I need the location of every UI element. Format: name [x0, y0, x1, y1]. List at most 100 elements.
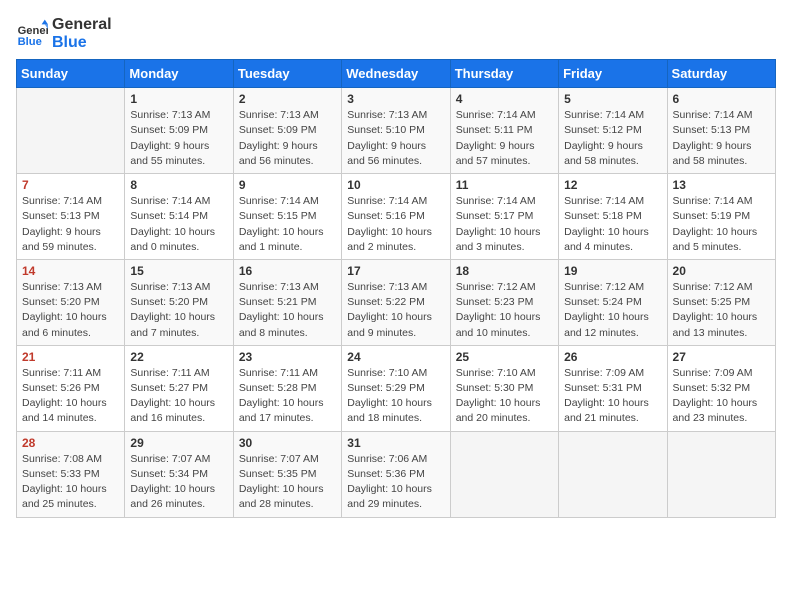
day-cell-29: 29Sunrise: 7:07 AM Sunset: 5:34 PM Dayli… — [125, 431, 233, 517]
day-number: 4 — [456, 92, 553, 106]
weekday-header-saturday: Saturday — [667, 60, 775, 88]
day-info: Sunrise: 7:11 AM Sunset: 5:26 PM Dayligh… — [22, 366, 119, 427]
day-info: Sunrise: 7:12 AM Sunset: 5:25 PM Dayligh… — [673, 280, 770, 341]
weekday-header-tuesday: Tuesday — [233, 60, 341, 88]
empty-cell — [667, 431, 775, 517]
day-info: Sunrise: 7:13 AM Sunset: 5:09 PM Dayligh… — [130, 108, 227, 169]
day-cell-24: 24 Sunrise: 7:10 AM Sunset: 5:29 PM Dayli… — [342, 345, 450, 431]
day-cell-1: 1 Sunrise: 7:13 AM Sunset: 5:09 PM Daylig… — [125, 88, 233, 174]
day-number: 7 — [22, 178, 119, 192]
empty-cell — [559, 431, 667, 517]
day-cell-17: 17 Sunrise: 7:13 AM Sunset: 5:22 PM Dayli… — [342, 259, 450, 345]
day-number: 25 — [456, 350, 553, 364]
week-row-5: 28 Sunrise: 7:08 AM Sunset: 5:33 PM Dayli… — [17, 431, 776, 517]
day-number: 3 — [347, 92, 444, 106]
day-number: 30 — [239, 436, 336, 450]
day-number: 29 — [130, 436, 227, 450]
day-info: Sunrise: 7:12 AM Sunset: 5:23 PM Dayligh… — [456, 280, 553, 341]
day-info: Sunrise: 7:14 AM Sunset: 5:16 PM Dayligh… — [347, 194, 444, 255]
day-info: Sunrise: 7:13 AM Sunset: 5:10 PM Dayligh… — [347, 108, 444, 169]
calendar-table: SundayMondayTuesdayWednesdayThursdayFrid… — [16, 59, 776, 517]
day-info: Sunrise: 7:06 AM Sunset: 5:36 PM Dayligh… — [347, 452, 444, 513]
day-info: Sunrise: 7:14 AM Sunset: 5:17 PM Dayligh… — [456, 194, 553, 255]
day-cell-3: 3 Sunrise: 7:13 AM Sunset: 5:10 PM Daylig… — [342, 88, 450, 174]
day-cell-19: 19Sunrise: 7:12 AM Sunset: 5:24 PM Dayli… — [559, 259, 667, 345]
day-number: 28 — [22, 436, 119, 450]
day-info: Sunrise: 7:10 AM Sunset: 5:29 PM Dayligh… — [347, 366, 444, 427]
day-number: 11 — [456, 178, 553, 192]
day-cell-11: 11 Sunrise: 7:14 AM Sunset: 5:17 PM Dayli… — [450, 174, 558, 260]
day-cell-15: 15 Sunrise: 7:13 AM Sunset: 5:20 PM Dayli… — [125, 259, 233, 345]
day-cell-12: 12Sunrise: 7:14 AM Sunset: 5:18 PM Dayli… — [559, 174, 667, 260]
day-cell-27: 27 Sunrise: 7:09 AM Sunset: 5:32 PM Dayli… — [667, 345, 775, 431]
day-number: 1 — [130, 92, 227, 106]
day-number: 20 — [673, 264, 770, 278]
day-cell-31: 31 Sunrise: 7:06 AM Sunset: 5:36 PM Dayli… — [342, 431, 450, 517]
weekday-header-wednesday: Wednesday — [342, 60, 450, 88]
day-number: 13 — [673, 178, 770, 192]
day-number: 15 — [130, 264, 227, 278]
logo: General Blue General Blue — [16, 16, 112, 51]
week-row-1: 1 Sunrise: 7:13 AM Sunset: 5:09 PM Daylig… — [17, 88, 776, 174]
day-number: 18 — [456, 264, 553, 278]
day-number: 16 — [239, 264, 336, 278]
day-number: 2 — [239, 92, 336, 106]
weekday-header-row: SundayMondayTuesdayWednesdayThursdayFrid… — [17, 60, 776, 88]
day-cell-4: 4 Sunrise: 7:14 AM Sunset: 5:11 PM Daylig… — [450, 88, 558, 174]
day-number: 9 — [239, 178, 336, 192]
day-cell-9: 9Sunrise: 7:14 AM Sunset: 5:15 PM Daylig… — [233, 174, 341, 260]
day-number: 10 — [347, 178, 444, 192]
day-cell-30: 30 Sunrise: 7:07 AM Sunset: 5:35 PM Dayli… — [233, 431, 341, 517]
day-number: 31 — [347, 436, 444, 450]
day-number: 26 — [564, 350, 661, 364]
logo-icon: General Blue — [16, 18, 48, 50]
day-cell-26: 26Sunrise: 7:09 AM Sunset: 5:31 PM Dayli… — [559, 345, 667, 431]
svg-text:General: General — [18, 25, 48, 37]
week-row-4: 21 Sunrise: 7:11 AM Sunset: 5:26 PM Dayli… — [17, 345, 776, 431]
weekday-header-sunday: Sunday — [17, 60, 125, 88]
day-number: 17 — [347, 264, 444, 278]
day-info: Sunrise: 7:14 AM Sunset: 5:14 PM Dayligh… — [130, 194, 227, 255]
day-cell-13: 13 Sunrise: 7:14 AM Sunset: 5:19 PM Dayli… — [667, 174, 775, 260]
day-cell-18: 18 Sunrise: 7:12 AM Sunset: 5:23 PM Dayli… — [450, 259, 558, 345]
week-row-3: 14Sunrise: 7:13 AM Sunset: 5:20 PM Dayli… — [17, 259, 776, 345]
svg-text:Blue: Blue — [18, 36, 42, 48]
day-number: 27 — [673, 350, 770, 364]
day-number: 5 — [564, 92, 661, 106]
day-info: Sunrise: 7:14 AM Sunset: 5:11 PM Dayligh… — [456, 108, 553, 169]
day-info: Sunrise: 7:09 AM Sunset: 5:32 PM Dayligh… — [673, 366, 770, 427]
day-cell-23: 23Sunrise: 7:11 AM Sunset: 5:28 PM Dayli… — [233, 345, 341, 431]
empty-cell — [450, 431, 558, 517]
day-number: 21 — [22, 350, 119, 364]
day-info: Sunrise: 7:13 AM Sunset: 5:21 PM Dayligh… — [239, 280, 336, 341]
day-number: 24 — [347, 350, 444, 364]
day-cell-16: 16 Sunrise: 7:13 AM Sunset: 5:21 PM Dayli… — [233, 259, 341, 345]
day-cell-2: 2 Sunrise: 7:13 AM Sunset: 5:09 PM Daylig… — [233, 88, 341, 174]
logo-general-text: General — [52, 16, 112, 34]
day-number: 6 — [673, 92, 770, 106]
day-info: Sunrise: 7:10 AM Sunset: 5:30 PM Dayligh… — [456, 366, 553, 427]
day-info: Sunrise: 7:14 AM Sunset: 5:13 PM Dayligh… — [22, 194, 119, 255]
day-info: Sunrise: 7:14 AM Sunset: 5:19 PM Dayligh… — [673, 194, 770, 255]
week-row-2: 7 Sunrise: 7:14 AM Sunset: 5:13 PM Daylig… — [17, 174, 776, 260]
day-info: Sunrise: 7:13 AM Sunset: 5:20 PM Dayligh… — [22, 280, 119, 341]
day-info: Sunrise: 7:13 AM Sunset: 5:22 PM Dayligh… — [347, 280, 444, 341]
day-info: Sunrise: 7:13 AM Sunset: 5:09 PM Dayligh… — [239, 108, 336, 169]
day-cell-20: 20 Sunrise: 7:12 AM Sunset: 5:25 PM Dayli… — [667, 259, 775, 345]
day-info: Sunrise: 7:07 AM Sunset: 5:35 PM Dayligh… — [239, 452, 336, 513]
day-number: 8 — [130, 178, 227, 192]
day-info: Sunrise: 7:11 AM Sunset: 5:28 PM Dayligh… — [239, 366, 336, 427]
day-info: Sunrise: 7:13 AM Sunset: 5:20 PM Dayligh… — [130, 280, 227, 341]
day-number: 19 — [564, 264, 661, 278]
day-cell-22: 22Sunrise: 7:11 AM Sunset: 5:27 PM Dayli… — [125, 345, 233, 431]
day-info: Sunrise: 7:14 AM Sunset: 5:13 PM Dayligh… — [673, 108, 770, 169]
day-cell-8: 8 Sunrise: 7:14 AM Sunset: 5:14 PM Daylig… — [125, 174, 233, 260]
day-cell-5: 5 Sunrise: 7:14 AM Sunset: 5:12 PM Daylig… — [559, 88, 667, 174]
day-cell-14: 14Sunrise: 7:13 AM Sunset: 5:20 PM Dayli… — [17, 259, 125, 345]
day-cell-7: 7 Sunrise: 7:14 AM Sunset: 5:13 PM Daylig… — [17, 174, 125, 260]
day-info: Sunrise: 7:14 AM Sunset: 5:12 PM Dayligh… — [564, 108, 661, 169]
empty-cell — [17, 88, 125, 174]
day-info: Sunrise: 7:08 AM Sunset: 5:33 PM Dayligh… — [22, 452, 119, 513]
day-cell-6: 6 Sunrise: 7:14 AM Sunset: 5:13 PM Daylig… — [667, 88, 775, 174]
day-info: Sunrise: 7:14 AM Sunset: 5:18 PM Dayligh… — [564, 194, 661, 255]
